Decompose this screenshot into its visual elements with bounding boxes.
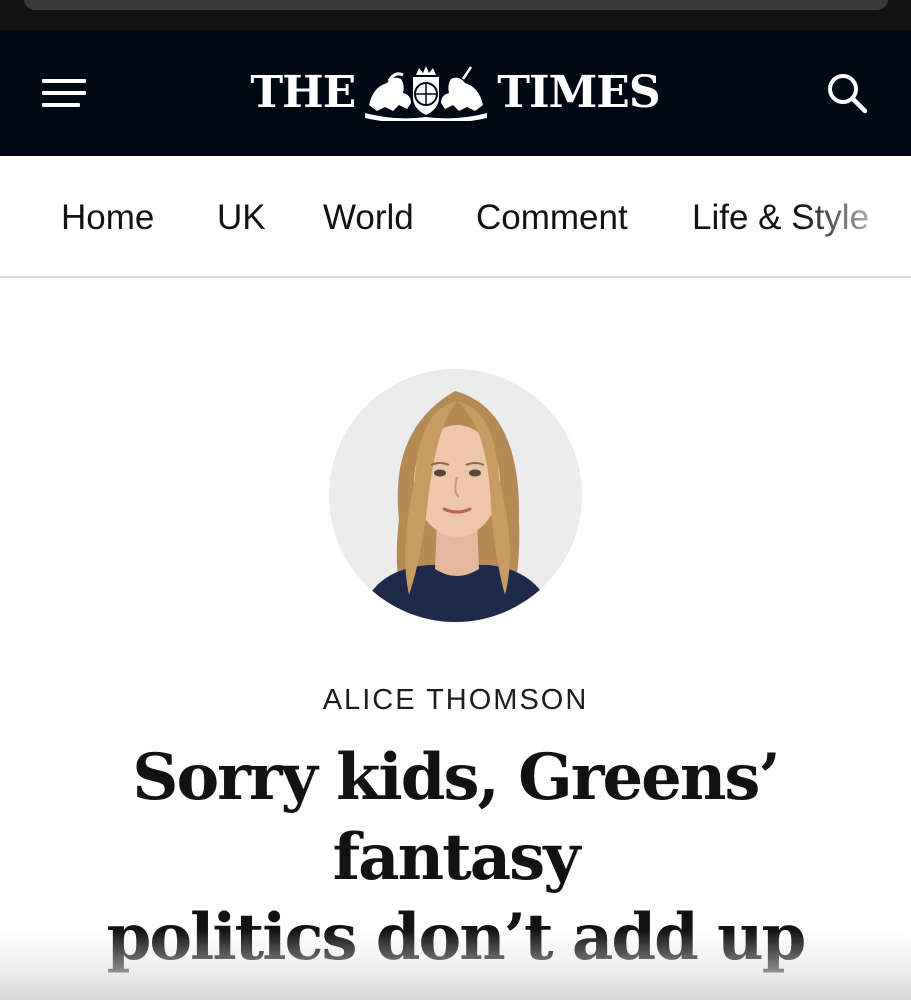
nav-item-home[interactable]: Home bbox=[61, 198, 154, 238]
author-portrait bbox=[329, 369, 582, 622]
logo-word-times: TIMES bbox=[497, 67, 660, 118]
section-nav: Home UK World Comment Life & Style bbox=[0, 156, 911, 278]
nav-item-life-style[interactable]: Life & Style bbox=[692, 198, 869, 238]
search-icon[interactable] bbox=[826, 72, 868, 114]
browser-top-strip bbox=[0, 0, 911, 30]
author-byline[interactable]: ALICE THOMSON bbox=[0, 683, 911, 717]
the-times-logo[interactable]: THE TIMES bbox=[250, 62, 661, 124]
address-bar[interactable] bbox=[24, 0, 888, 10]
nav-item-world[interactable]: World bbox=[323, 198, 414, 238]
royal-coat-of-arms-icon bbox=[365, 66, 488, 121]
headline-line-1: Sorry kids, Greens’ fantasy bbox=[132, 740, 780, 895]
nav-item-comment[interactable]: Comment bbox=[476, 198, 628, 238]
bottom-sheet-shadow bbox=[0, 930, 911, 1000]
author-avatar[interactable] bbox=[329, 369, 582, 622]
nav-item-uk[interactable]: UK bbox=[217, 198, 266, 238]
logo-word-the: THE bbox=[250, 67, 356, 118]
hamburger-menu-icon[interactable] bbox=[42, 77, 86, 109]
